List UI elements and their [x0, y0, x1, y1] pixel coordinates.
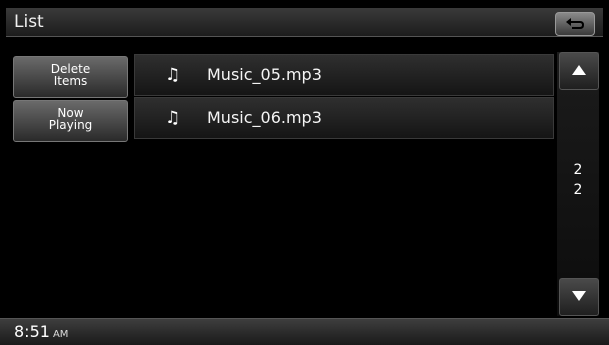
scroll-down-button[interactable]	[559, 278, 599, 316]
title-bar: List	[6, 8, 603, 37]
current-page-number: 2	[573, 162, 583, 178]
track-name: Music_06.mp3	[207, 108, 322, 127]
music-note-icon: ♫	[165, 65, 181, 85]
triangle-down-icon	[572, 291, 586, 301]
scrollbar[interactable]: 2 2	[557, 52, 599, 316]
back-button[interactable]	[555, 12, 595, 36]
now-playing-button[interactable]: Now Playing	[13, 100, 128, 142]
clock-time: 8:51	[14, 322, 50, 341]
delete-items-button[interactable]: Delete Items	[13, 56, 128, 98]
total-page-number: 2	[573, 182, 583, 198]
back-arrow-icon	[566, 18, 585, 29]
triangle-up-icon	[572, 65, 586, 75]
clock-ampm: AM	[52, 329, 69, 340]
track-name: Music_05.mp3	[207, 65, 322, 84]
status-bar: 8:51 AM	[0, 318, 609, 345]
music-note-icon: ♫	[165, 108, 181, 128]
clock: 8:51 AM	[14, 322, 68, 341]
scroll-up-button[interactable]	[559, 52, 599, 90]
delete-items-label-2: Items	[53, 74, 88, 88]
page-title: List	[14, 12, 44, 32]
track-row[interactable]: ♫ Music_05.mp3	[134, 54, 554, 96]
track-row[interactable]: ♫ Music_06.mp3	[134, 97, 554, 139]
now-playing-label-2: Playing	[48, 118, 93, 132]
screen: List Delete Items Now Playing ♫ Music_05…	[0, 0, 609, 345]
